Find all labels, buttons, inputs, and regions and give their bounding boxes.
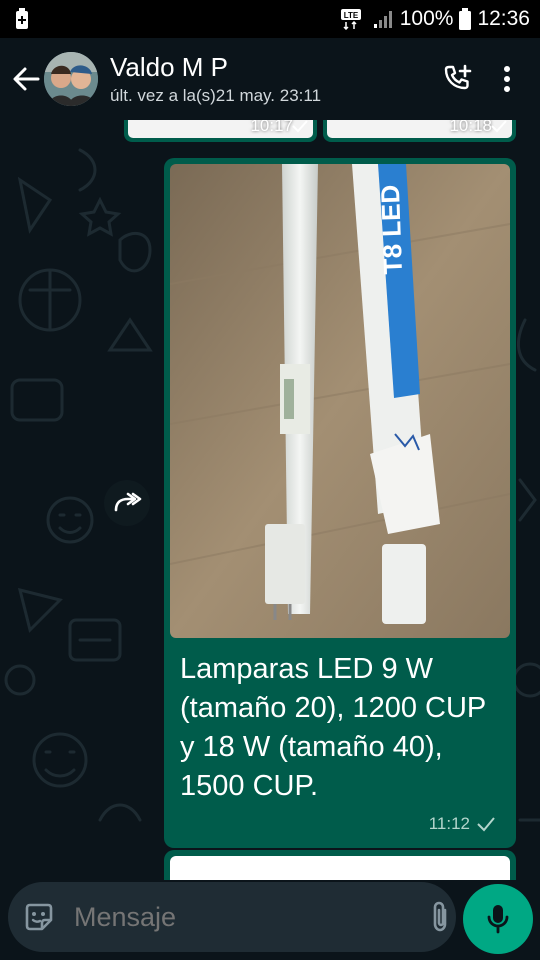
add-call-button[interactable] [432,54,482,104]
more-options-icon [504,66,510,92]
sent-check-icon [292,120,308,133]
outgoing-message-bubble[interactable]: T8 LED Lamparas LED 9 W (tamaño 20), 120… [164,158,516,848]
lte-icon: LTE [340,9,361,30]
message-time: 11:12 [428,814,470,833]
network-label: LTE [343,11,358,20]
sent-check-icon [491,120,507,133]
previous-message[interactable]: 10:18 [323,120,516,142]
voice-message-button[interactable] [463,884,533,954]
signal-icon [373,11,392,28]
avatar[interactable] [44,52,98,106]
mic-icon [487,905,509,934]
previous-messages: 10:17 10:18 [124,120,516,142]
back-button[interactable] [4,57,48,101]
battery-saver-icon [16,8,28,29]
emoji-button[interactable] [22,895,56,939]
message-composer [8,882,511,952]
led-tubes-photo: T8 LED [170,164,510,638]
message-time: 10:17 [250,120,293,135]
back-arrow-icon [13,67,40,91]
sent-check-icon [477,817,495,832]
emoji-icon [25,903,53,931]
last-seen: últ. vez a la(s)21 may. 23:11 [110,86,322,105]
message-meta: 11:12 [429,814,496,834]
more-options-button[interactable] [482,54,532,104]
chat-header: Valdo M P últ. vez a la(s)21 may. 23:11 [0,38,540,120]
message-image[interactable]: T8 LED [170,164,510,638]
box-label: T8 LED [375,184,408,275]
contact-name: Valdo M P [110,52,229,82]
attach-icon [433,901,447,932]
previous-message[interactable]: 10:17 [124,120,317,142]
battery-icon [459,8,472,30]
add-call-icon [444,64,472,90]
battery-percent: 100% [399,7,454,30]
forward-button[interactable] [104,480,150,526]
message-caption: Lamparas LED 9 W (tamaño 20), 1200 CUP y… [180,653,486,802]
avatar-photo [44,52,98,106]
chat-area[interactable]: 10:17 10:18 T8 LED Lamparas LED 9 W (tam… [0,120,540,880]
message-time: 10:18 [449,120,492,135]
status-bar: LTE 100% 12:36 [0,0,540,38]
attach-button[interactable] [428,895,452,939]
contact-info[interactable]: Valdo M P últ. vez a la(s)21 may. 23:11 [110,52,432,106]
clock: 12:36 [477,7,530,30]
next-message-bubble[interactable] [164,850,516,880]
forward-icon [114,492,142,512]
message-input[interactable] [74,901,428,933]
